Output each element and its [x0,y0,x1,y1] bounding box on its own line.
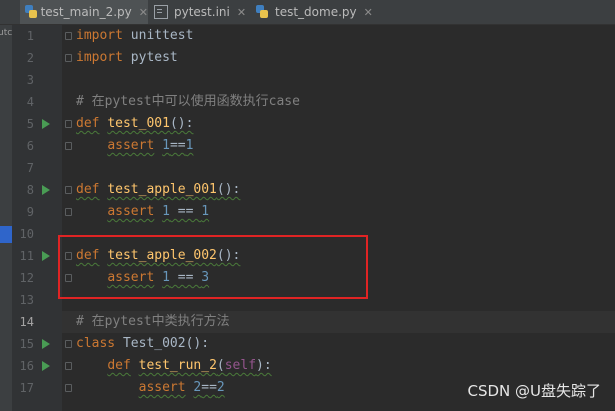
python-file-icon [255,5,269,19]
line-number: 13 [19,293,34,307]
code-token: import [76,50,123,65]
code-token: Test_002(): [115,336,210,351]
code-token: assert [107,204,155,219]
code-token: self [224,358,257,373]
line-number: 9 [26,205,34,219]
code-token: 1 [162,138,170,153]
line-number: 10 [19,227,34,241]
code-token: # 在pytest中可以使用函数执行case [76,94,300,109]
fold-marker-icon[interactable] [65,384,72,392]
code-line: # 在pytest中类执行方法 [76,311,230,333]
code-line: assert 1==1 [76,135,193,157]
code-token: class [76,336,116,351]
line-number: 16 [19,359,34,373]
code-token: test_apple_001 [107,182,217,197]
run-test-icon[interactable] [42,119,50,129]
fold-marker-icon[interactable] [65,142,72,150]
tab-pytest-ini[interactable]: pytest.ini ✕ [154,0,250,24]
line-number: 7 [26,161,34,175]
tab-test-dome[interactable]: test_dome.py ✕ [255,0,375,24]
editor-tab-bar: test_main_2.py ✕ pytest.ini ✕ test_dome.… [0,0,615,25]
code-token: test_001 [107,116,170,131]
code-token: 2 [216,380,225,395]
python-file-icon [24,5,37,19]
tab-label: test_dome.py [275,5,357,19]
code-token: 1 [162,204,170,219]
tab-label: test_main_2.py [40,5,132,19]
fold-marker-icon[interactable] [65,54,72,62]
code-line: def test_apple_001(): [76,179,240,201]
ini-file-icon [154,5,168,19]
code-line: def test_run_2(self): [76,355,272,377]
close-icon[interactable]: ✕ [237,6,246,19]
code-token: def [107,358,131,373]
code-line: import pytest [76,47,178,69]
run-test-icon[interactable] [42,251,50,261]
line-number: 2 [26,51,34,65]
code-token: ( [216,358,225,373]
tab-label: pytest.ini [174,5,230,19]
fold-marker-icon[interactable] [65,186,72,194]
line-number: 15 [19,337,34,351]
run-test-icon[interactable] [42,185,50,195]
code-token: == [169,138,186,153]
code-line: class Test_002(): [76,333,209,355]
highlight-box [58,235,368,299]
line-number: 3 [26,73,34,87]
run-test-icon[interactable] [42,361,50,371]
line-number: 8 [26,183,34,197]
code-line: import unittest [76,25,193,47]
line-number: 14 [19,315,34,329]
sidebar-fragment: utc [0,28,13,38]
fold-marker-icon[interactable] [65,208,72,216]
fold-marker-icon[interactable] [65,120,72,128]
code-token: test_run_2 [138,358,217,373]
line-number: 6 [26,139,34,153]
code-token: # 在pytest中类执行方法 [76,314,230,329]
line-number: 1 [26,29,34,43]
close-icon[interactable]: ✕ [364,6,373,19]
tab-test-main-2[interactable]: test_main_2.py ✕ [20,0,148,24]
watermark: CSDN @U盘失踪了 [467,382,601,400]
fold-marker-icon[interactable] [65,362,72,370]
line-number: 11 [19,249,34,263]
line-number: 17 [19,381,34,395]
code-token: (): [169,116,194,131]
code-token: == [169,204,202,219]
code-line: def test_001(): [76,113,193,135]
run-test-icon[interactable] [42,339,50,349]
code-token: unittest [122,28,194,43]
fold-marker-icon[interactable] [65,340,72,348]
code-token: import [76,28,123,43]
line-number: 12 [19,271,34,285]
code-token: 1 [201,204,210,219]
line-number: 5 [26,117,34,131]
code-token: ): [256,358,272,373]
code-line: # 在pytest中可以使用函数执行case [76,91,300,113]
code-token: assert [138,380,186,395]
code-token: 1 [185,138,194,153]
code-token: (): [216,182,241,197]
line-number: 4 [26,95,34,109]
code-token: pytest [122,50,178,65]
code-token: assert [107,138,155,153]
code-token: == [201,380,217,395]
close-icon[interactable]: ✕ [139,6,148,19]
code-token: def [76,182,100,197]
code-line: assert 2==2 [76,377,225,399]
project-panel-edge: utc [0,25,12,411]
selected-project-item[interactable] [0,226,12,243]
fold-marker-icon[interactable] [65,32,72,40]
code-line: assert 1 == 1 [76,201,209,223]
code-token: def [76,116,100,131]
